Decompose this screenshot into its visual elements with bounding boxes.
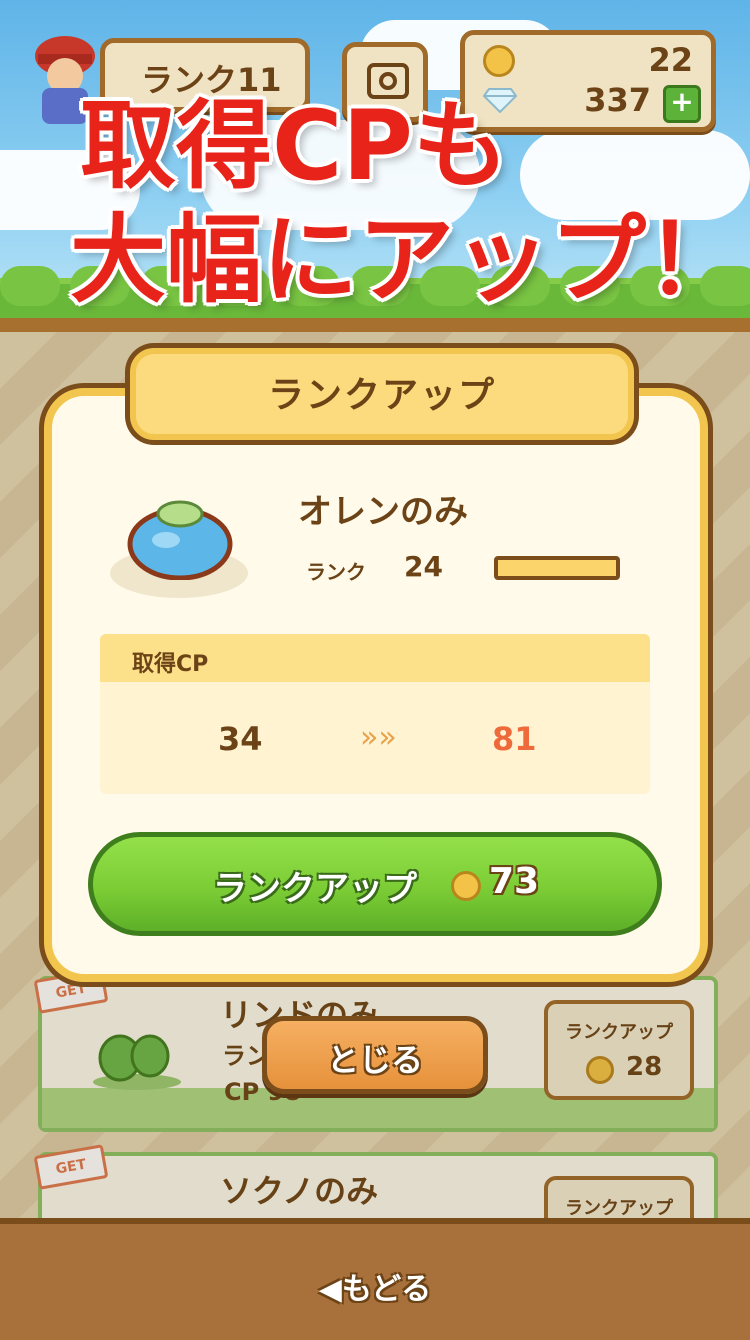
coin-icon xyxy=(483,45,515,77)
dialog-title-tab: ランクアップ xyxy=(130,348,634,440)
add-gems-button[interactable]: + xyxy=(663,85,701,123)
oran-berry-icon xyxy=(127,500,233,580)
bottom-bar: ◀もどる xyxy=(0,1218,750,1340)
rank-progress-bar xyxy=(494,556,620,580)
item-name: オレンのみ xyxy=(298,492,468,532)
cp-after-value: 81 xyxy=(492,720,537,758)
rankup-cost: 73 xyxy=(489,861,540,902)
close-button-label: とじる xyxy=(326,1041,423,1079)
close-button[interactable]: とじる xyxy=(262,1016,488,1094)
rank-label: ランク xyxy=(306,560,366,584)
headline-line-1: 取得CPも xyxy=(80,90,509,202)
ground-strip xyxy=(0,318,750,332)
gem-count: 337 xyxy=(584,81,651,119)
cp-header: 取得CP xyxy=(100,634,650,682)
coin-icon xyxy=(451,871,481,901)
rankup-button-label: ランクアップ xyxy=(213,869,417,909)
rank-progress-fill xyxy=(498,560,616,576)
chevrons-right-icon: »» xyxy=(360,720,397,755)
coin-count: 22 xyxy=(648,41,693,79)
back-button[interactable]: ◀もどる xyxy=(0,1264,750,1308)
cp-label: 取得CP xyxy=(132,652,209,677)
cp-before-value: 34 xyxy=(218,720,263,758)
rank-value: 24 xyxy=(404,550,443,583)
dialog-title: ランクアップ xyxy=(267,375,496,416)
cp-panel: 取得CP 34 »» 81 xyxy=(100,634,650,794)
rankup-button[interactable]: ランクアップ 73 xyxy=(88,832,662,936)
headline-line-2: 大幅にアップ！ xyxy=(70,204,742,316)
